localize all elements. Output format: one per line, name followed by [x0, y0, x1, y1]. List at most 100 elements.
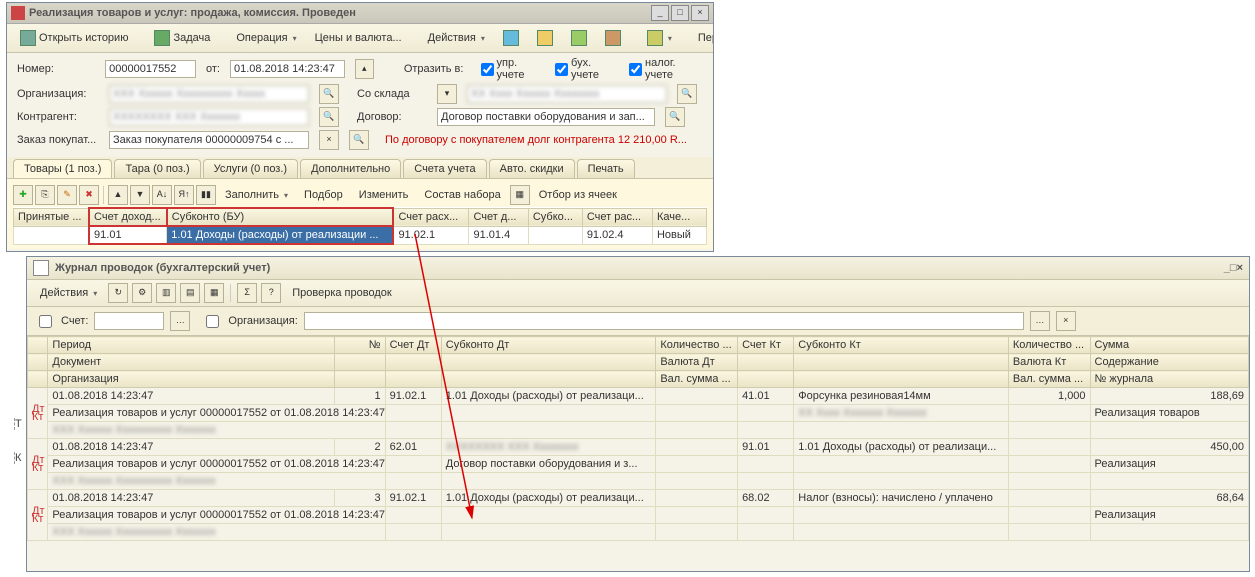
- h-qdt[interactable]: Количество ...: [656, 337, 738, 354]
- barcode-button[interactable]: ▮▮: [196, 185, 216, 205]
- prices-button[interactable]: Цены и валюта...: [308, 29, 409, 47]
- actions-button[interactable]: Действия: [421, 29, 492, 47]
- h-sum[interactable]: Сумма: [1090, 337, 1248, 354]
- tb-icon2[interactable]: [530, 27, 560, 49]
- posting-row[interactable]: Реализация товаров и услуг 00000017552 о…: [28, 507, 1249, 524]
- posting-row[interactable]: ДтКт 01.08.2018 14:23:47191.02.11.01 Дох…: [28, 388, 1249, 405]
- tab-services[interactable]: Услуги (0 поз.): [203, 159, 298, 178]
- h-n[interactable]: №: [334, 337, 385, 354]
- contr-input[interactable]: XXXXXXXX XXX Xxxxxxx: [109, 108, 309, 126]
- col-qual[interactable]: Каче...: [652, 208, 706, 226]
- task-button[interactable]: Задача: [147, 27, 217, 49]
- check-button[interactable]: Проверка проводок: [285, 284, 398, 302]
- date-up[interactable]: ▴: [355, 59, 374, 79]
- tb-icon4[interactable]: [598, 27, 628, 49]
- tb-icon5[interactable]: [640, 27, 679, 49]
- copy-row-button[interactable]: ⎘: [35, 185, 55, 205]
- date-input[interactable]: 01.08.2018 14:23:47: [230, 60, 345, 78]
- posting-row[interactable]: Реализация товаров и услуг 00000017552 о…: [28, 456, 1249, 473]
- j-filter3[interactable]: ▦: [204, 283, 224, 303]
- contract-input[interactable]: Договор поставки оборудования и зап...: [437, 108, 655, 126]
- h-sdt[interactable]: Субконто Дт: [441, 337, 656, 354]
- chk-account[interactable]: [39, 315, 52, 328]
- h-jn[interactable]: № журнала: [1090, 371, 1248, 388]
- add-row-button[interactable]: ✚: [13, 185, 33, 205]
- h-qkt[interactable]: Количество ...: [1008, 337, 1090, 354]
- h-doc[interactable]: Документ: [48, 354, 334, 371]
- history-button[interactable]: Открыть историю: [13, 27, 135, 49]
- order-clear[interactable]: ×: [319, 130, 339, 150]
- col-exp-acct[interactable]: Счет расх...: [393, 208, 469, 226]
- close-button[interactable]: ×: [691, 5, 709, 21]
- org-drop[interactable]: …: [1030, 311, 1050, 331]
- posting-row[interactable]: XXX Xxxxxx Xxxxxxxxxx Xxxxxxx: [28, 524, 1249, 541]
- contract-lookup[interactable]: 🔍: [665, 107, 685, 127]
- col-exp2[interactable]: Счет рас...: [582, 208, 652, 226]
- col-dt-acct[interactable]: Счет д...: [469, 208, 528, 226]
- j-filter1[interactable]: ▥: [156, 283, 176, 303]
- tb-icon3[interactable]: [564, 27, 594, 49]
- posting-row[interactable]: ДтКт 01.08.2018 14:23:47391.02.11.01 Дох…: [28, 490, 1249, 507]
- acct-drop[interactable]: …: [170, 311, 190, 331]
- posting-row[interactable]: XXX Xxxxxx Xxxxxxxxxx Xxxxxxx: [28, 473, 1249, 490]
- goods-grid[interactable]: Принятые ... Счет доход... Субконто (БУ)…: [13, 207, 707, 245]
- chk-org[interactable]: [206, 315, 219, 328]
- h-kt[interactable]: Счет Кт: [738, 337, 794, 354]
- change-button[interactable]: Изменить: [352, 186, 416, 204]
- wh-drop[interactable]: ▾: [437, 84, 457, 104]
- col-subk[interactable]: Субко...: [528, 208, 582, 226]
- h-period[interactable]: Период: [48, 337, 334, 354]
- j-settings[interactable]: ⚙: [132, 283, 152, 303]
- acct-input[interactable]: [94, 312, 164, 330]
- wh-lookup[interactable]: 🔍: [677, 84, 697, 104]
- posting-row[interactable]: XXX Xxxxxx Xxxxxxxxxx Xxxxxxx: [28, 422, 1249, 439]
- j-close-button[interactable]: ×: [1237, 262, 1243, 274]
- j-max-button[interactable]: □: [1230, 262, 1237, 274]
- up-button[interactable]: ▲: [108, 185, 128, 205]
- h-dt[interactable]: Счет Дт: [385, 337, 441, 354]
- j-help[interactable]: ?: [261, 283, 281, 303]
- operation-button[interactable]: Операция: [229, 29, 303, 47]
- posting-row[interactable]: ДтКт 01.08.2018 14:23:47262.01XXXXXXXX X…: [28, 439, 1249, 456]
- fill-button[interactable]: Заполнить: [218, 186, 295, 204]
- cellfilter-button[interactable]: Отбор из ячеек: [532, 186, 624, 204]
- chk-nal[interactable]: налог. учете: [629, 57, 703, 81]
- tab-goods[interactable]: Товары (1 поз.): [13, 159, 112, 178]
- h-valdt[interactable]: Валюта Дт: [656, 354, 738, 371]
- col-subconto[interactable]: Субконто (БУ): [167, 208, 394, 226]
- tab-print[interactable]: Печать: [577, 159, 635, 178]
- tb-icon1[interactable]: [496, 27, 526, 49]
- min-button[interactable]: _: [651, 5, 669, 21]
- journal-grid[interactable]: Период № Счет Дт Субконто Дт Количество …: [27, 336, 1249, 541]
- org-clear[interactable]: ×: [1056, 311, 1076, 331]
- sort-desc-button[interactable]: Я↑: [174, 185, 194, 205]
- number-input[interactable]: 00000017552: [105, 60, 196, 78]
- bundle-button[interactable]: Состав набора: [417, 186, 507, 204]
- tab-tara[interactable]: Тара (0 поз.): [114, 159, 200, 178]
- j-filter2[interactable]: ▤: [180, 283, 200, 303]
- filter-icon[interactable]: ▦: [510, 185, 530, 205]
- org-lookup[interactable]: 🔍: [319, 84, 339, 104]
- h-vskt[interactable]: Вал. сумма ...: [1008, 371, 1090, 388]
- edit-row-button[interactable]: ✎: [57, 185, 77, 205]
- h-skt[interactable]: Субконто Кт: [794, 337, 1009, 354]
- delete-row-button[interactable]: ✖: [79, 185, 99, 205]
- h-org[interactable]: Организация: [48, 371, 334, 388]
- org-input[interactable]: XXX Xxxxxx Xxxxxxxxxx Xxxxx: [109, 85, 309, 103]
- tab-accounts[interactable]: Счета учета: [403, 159, 486, 178]
- order-input[interactable]: Заказ покупателя 00000009754 с ...: [109, 131, 309, 149]
- max-button[interactable]: □: [671, 5, 689, 21]
- j-sum[interactable]: Σ: [237, 283, 257, 303]
- chk-upr[interactable]: упр. учете: [481, 57, 546, 81]
- h-valkt[interactable]: Валюта Кт: [1008, 354, 1090, 371]
- sort-asc-button[interactable]: A↓: [152, 185, 172, 205]
- col-accepted[interactable]: Принятые ...: [14, 208, 90, 226]
- posting-row[interactable]: Реализация товаров и услуг 00000017552 о…: [28, 405, 1249, 422]
- grid-row[interactable]: 91.01 1.01 Доходы (расходы) от реализаци…: [14, 226, 707, 244]
- org-input2[interactable]: [304, 312, 1024, 330]
- h-cont[interactable]: Содержание: [1090, 354, 1248, 371]
- goto-button[interactable]: Перейти: [691, 29, 713, 47]
- col-income-acct[interactable]: Счет доход...: [89, 208, 167, 226]
- down-button[interactable]: ▼: [130, 185, 150, 205]
- tab-discounts[interactable]: Авто. скидки: [489, 159, 575, 178]
